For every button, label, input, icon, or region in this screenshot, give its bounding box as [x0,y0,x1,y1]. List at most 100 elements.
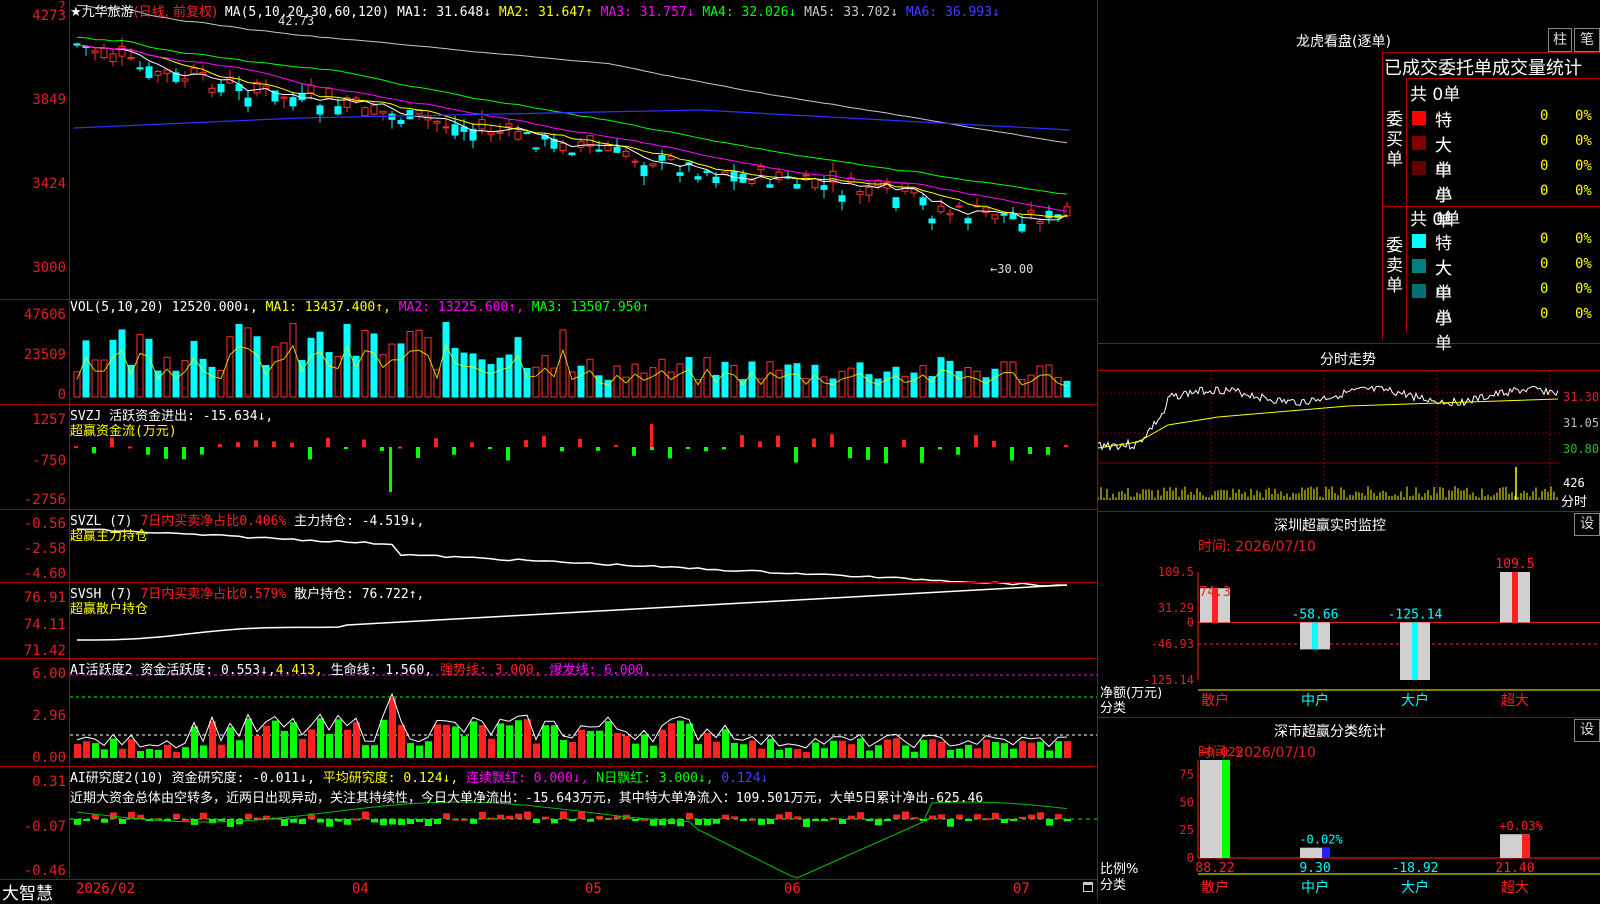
ai1-bar [389,698,396,758]
vol-bar [586,358,594,398]
ai1-bar [434,724,441,758]
vol-axis-label: 47606 [23,307,66,323]
sz-monitor-settings-button[interactable]: 设 [1574,513,1600,536]
candle-body [451,124,459,136]
sz-class-settings-button[interactable]: 设 [1574,719,1600,742]
vol-bar [964,367,972,398]
candle-body [568,152,576,156]
candle-body [136,67,144,70]
favorite-star-icon[interactable]: ★ [70,5,82,20]
sz1-category-label: 散户 [1201,692,1229,709]
svzj-bar [92,447,96,454]
low-price-mark: ←30.00 [990,262,1034,276]
ai1-bar [641,734,648,758]
svzj-bar [992,440,996,447]
date-label: 07 [1013,881,1030,897]
sell-row-label: 小单 [1435,309,1452,354]
ai1-bar [956,748,963,758]
ai2-bar [497,814,504,819]
sell-row-count: 0 [1540,306,1549,322]
sz2-change-label: +0.02% [1199,745,1243,759]
ai1-bar [803,751,810,758]
ai2-bar [704,819,711,826]
ai1-bar [200,745,207,758]
ai1-bar [875,745,882,758]
buy-row-pct: 0% [1575,158,1592,174]
buy-row-pct: 0% [1575,133,1592,149]
sell-row-count: 0 [1540,281,1549,297]
sz2-value-label: 88.22 [1195,861,1234,876]
chart-canvas[interactable] [0,0,1098,900]
svzj-bar [920,447,924,463]
period-label[interactable]: (日线, 前复权) [134,5,217,20]
svzj-bar [524,440,528,447]
candle-body [307,84,315,94]
ai1-bar [353,722,360,758]
brand-logo[interactable]: 大智慧 [2,879,53,904]
ai1-bar [560,739,567,758]
vol-bar [1054,376,1062,398]
vol-bar [91,359,99,398]
ai1-bar [263,725,270,758]
svzj-bar [344,447,348,449]
vol-bar [838,370,846,398]
candle-body [505,123,513,128]
ai2-bar [560,811,567,819]
candle-body [712,176,720,184]
svzj-axis-label: -2756 [23,492,66,508]
ai1-bar [767,738,774,758]
vol-bar [865,374,873,398]
ai1-bar [515,720,522,758]
svzj-bar [776,435,780,447]
svzj-bar [830,434,834,447]
vol-bar [388,343,396,398]
kline-chart-area[interactable]: ★九华旅游(日线, 前复权) MA(5,10,20,30,60,120) MA1… [0,0,1098,904]
candle-body [190,67,198,75]
ai1-bar [1028,742,1035,758]
candle-body [1009,213,1017,220]
ai2-bar [74,819,81,825]
svzj-bar [146,447,150,455]
candle-body [1036,221,1044,224]
ai1-bar [101,749,108,758]
ai1-bar [533,743,540,758]
right-panel: 龙虎看盘(逐单) 柱 笔 已成交委托单成交量统计 委买单 委卖单 共 0单 共 … [1098,0,1600,900]
ai2-bar [848,815,855,819]
ai2-bar [470,819,477,824]
sell-row-count: 0 [1540,231,1549,247]
buy-side-label: 委买单 [1386,110,1403,170]
ai1-bar [254,735,261,758]
ai2-bar [1028,814,1035,819]
vol-bar [784,364,792,398]
ai1-bar [983,739,990,758]
ai2-bar [785,812,792,819]
intraday-chart[interactable] [1098,370,1600,510]
vol-bar [325,352,333,398]
vol-bar [919,365,927,398]
ai1-bar [902,745,909,758]
vol-bar [370,333,378,398]
vol-bar [775,369,783,398]
svzj-bar [704,447,708,452]
vol-bar [343,324,351,398]
sz2-value-label: 9.30 [1299,861,1330,876]
sz-monitor-chart[interactable]: 109.531.290-46.93-125.1474.3散户-58.66中户-1… [1098,540,1600,720]
lock-icon[interactable] [1083,882,1093,892]
candle-body [802,174,810,177]
sz1-category-label: 中户 [1301,692,1329,709]
ma3-line [76,44,1068,212]
bar-view-button[interactable]: 柱 [1548,28,1572,52]
buy-row-pct: 0% [1575,183,1592,199]
tick-view-button[interactable]: 笔 [1574,28,1600,52]
ma1-line [76,44,1068,221]
vol-axis-label: 0 [57,387,66,403]
candle-body [667,155,675,161]
sz-class-chart[interactable]: 75 50 25 0 +0.02% 88.22 散户 -0.02% 9.30 中户 -18.92 大户… [1098,740,1600,900]
ai1-bar [911,751,918,758]
svzj-bar [740,435,744,447]
svzj-bar [812,438,816,447]
svzj-bar [182,447,186,460]
candle-body [757,165,765,171]
svzj-bar [74,446,78,449]
vol-bar [550,367,558,398]
